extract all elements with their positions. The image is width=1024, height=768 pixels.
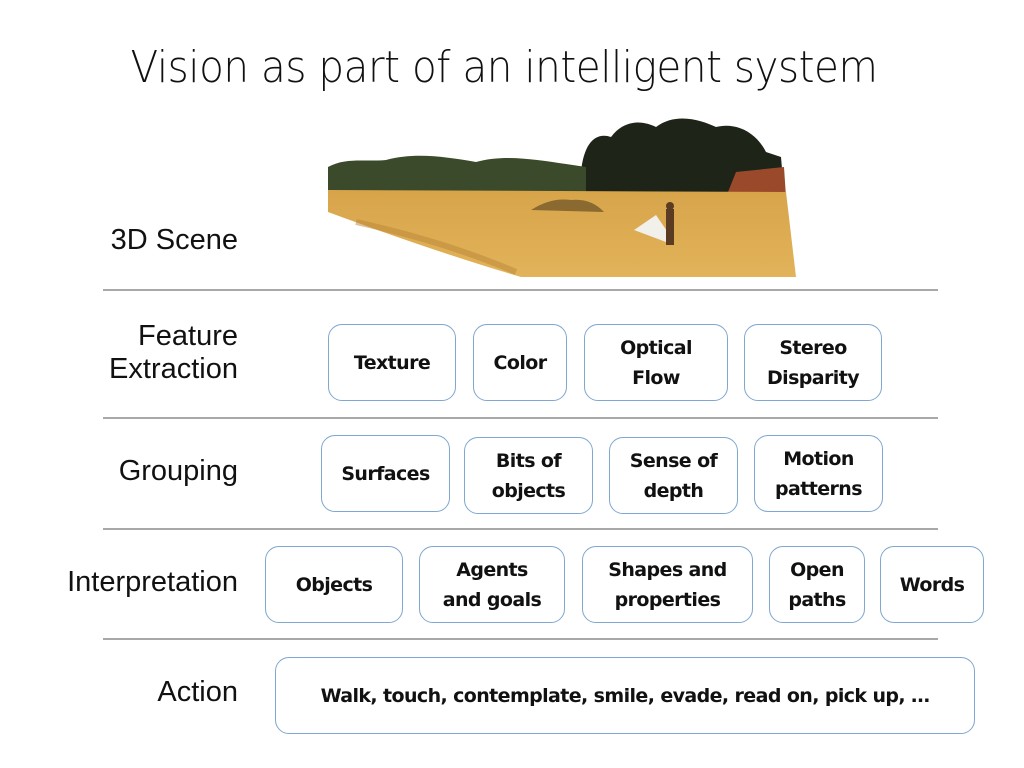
box-objects: Objects — [265, 546, 403, 623]
divider-1 — [103, 289, 938, 291]
slide-title: Vision as part of an intelligent system — [130, 42, 878, 93]
box-color: Color — [473, 324, 567, 401]
divider-4 — [103, 638, 938, 640]
box-surfaces: Surfaces — [321, 435, 450, 512]
label-interpretation: Interpretation — [67, 566, 238, 598]
label-action: Action — [157, 676, 238, 708]
label-3d-scene: 3D Scene — [110, 224, 238, 256]
box-motion-patterns: Motion patterns — [754, 435, 883, 512]
box-bits-of-objects: Bits of objects — [464, 437, 593, 514]
box-stereo-disparity: Stereo Disparity — [744, 324, 882, 401]
box-words: Words — [880, 546, 984, 623]
divider-3 — [103, 528, 938, 530]
box-open-paths: Open paths — [769, 546, 865, 623]
box-optical-flow: Optical Flow — [584, 324, 728, 401]
box-sense-of-depth: Sense of depth — [609, 437, 738, 514]
box-actions: Walk, touch, contemplate, smile, evade, … — [275, 657, 975, 734]
label-grouping: Grouping — [118, 455, 238, 487]
divider-2 — [103, 417, 938, 419]
box-texture: Texture — [328, 324, 456, 401]
scene-image — [328, 118, 796, 277]
box-agents-and-goals: Agents and goals — [419, 546, 565, 623]
box-shapes-and-properties: Shapes and properties — [582, 546, 753, 623]
label-feature-extraction: Feature Extraction — [109, 320, 238, 385]
person-figure — [666, 209, 674, 245]
